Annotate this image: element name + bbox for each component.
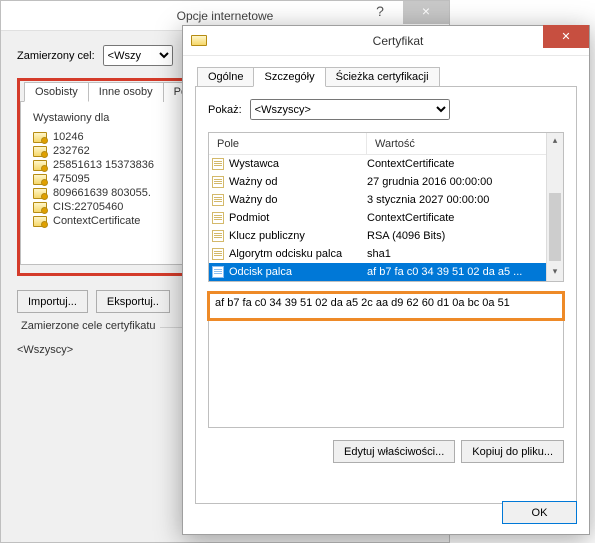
table-row[interactable]: Klucz publiczny RSA (4096 Bits): [209, 227, 546, 245]
table-row[interactable]: Podmiot ContextCertificate: [209, 209, 546, 227]
tab-personal[interactable]: Osobisty: [24, 82, 89, 102]
field-detail-box[interactable]: af b7 fa c0 34 39 51 02 da a5 2c aa d9 6…: [208, 292, 564, 428]
certificate-icon: [33, 202, 47, 213]
tab-other-people[interactable]: Inne osoby: [88, 82, 164, 102]
table-row[interactable]: Algorytm odcisku palca sha1: [209, 245, 546, 263]
scrollbar[interactable]: ▴ ▾: [546, 133, 563, 281]
ok-button[interactable]: OK: [502, 501, 577, 524]
thumbprint-value: af b7 fa c0 34 39 51 02 da a5 2c aa d9 6…: [215, 297, 510, 309]
intended-purposes-label: Zamierzone cele certyfikatu: [17, 320, 160, 332]
close-icon[interactable]: ✕: [543, 25, 589, 48]
table-row[interactable]: Odcisk palca af b7 fa c0 34 39 51 02 da …: [209, 263, 546, 281]
certificate-icon: [33, 132, 47, 143]
table-row[interactable]: Ważny od 27 grudnia 2016 00:00:00: [209, 173, 546, 191]
import-button[interactable]: Importuj...: [17, 290, 88, 313]
scroll-down-icon[interactable]: ▾: [547, 264, 563, 281]
intended-purpose-select[interactable]: <Wszy: [103, 45, 173, 66]
field-icon: [212, 194, 224, 206]
intended-purpose-label: Zamierzony cel:: [17, 50, 95, 62]
table-row[interactable]: Wystawca ContextCertificate: [209, 155, 546, 173]
table-row[interactable]: Ważny do 3 stycznia 2027 00:00:00: [209, 191, 546, 209]
certificate-tabs: Ogólne Szczegóły Ścieżka certyfikacji: [195, 67, 577, 87]
window-title: Opcje internetowe: [177, 9, 274, 23]
tab-general[interactable]: Ogólne: [197, 67, 254, 87]
export-button[interactable]: Eksportuj..: [96, 290, 170, 313]
field-icon: [212, 158, 224, 170]
window-title: Certyfikat: [207, 34, 589, 48]
close-icon[interactable]: ×: [403, 1, 449, 24]
titlebar[interactable]: Certyfikat ✕: [183, 26, 589, 56]
certificate-icon: [191, 35, 207, 46]
help-icon[interactable]: ?: [357, 1, 403, 24]
field-icon: [212, 212, 224, 224]
field-icon: [212, 248, 224, 260]
certificate-window: Certyfikat ✕ Ogólne Szczegóły Ścieżka ce…: [182, 25, 590, 535]
scroll-up-icon[interactable]: ▴: [547, 133, 563, 150]
column-field[interactable]: Pole: [209, 133, 367, 154]
show-select[interactable]: <Wszyscy>: [250, 99, 450, 120]
field-icon: [212, 266, 224, 278]
scroll-thumb[interactable]: [549, 193, 561, 261]
edit-properties-button[interactable]: Edytuj właściwości...: [333, 440, 455, 463]
show-label: Pokaż:: [208, 104, 242, 116]
field-icon: [212, 230, 224, 242]
certificate-icon: [33, 188, 47, 199]
certificate-icon: [33, 146, 47, 157]
certificate-icon: [33, 216, 47, 227]
tab-details[interactable]: Szczegóły: [253, 67, 325, 87]
certificate-icon: [33, 174, 47, 185]
column-value[interactable]: Wartość: [367, 133, 563, 154]
certificate-icon: [33, 160, 47, 171]
tab-certification-path[interactable]: Ścieżka certyfikacji: [325, 67, 440, 87]
copy-to-file-button[interactable]: Kopiuj do pliku...: [461, 440, 564, 463]
field-icon: [212, 176, 224, 188]
fields-table: Pole Wartość Wystawca ContextCertificate…: [208, 132, 564, 282]
